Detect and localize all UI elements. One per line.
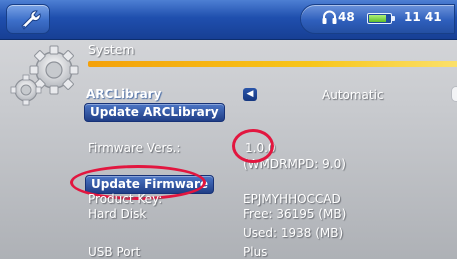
product-key-label: Product Key:	[88, 192, 163, 206]
wrench-icon	[21, 10, 41, 30]
arclibrary-value[interactable]: Automatic	[322, 88, 384, 102]
battery-fill	[369, 15, 386, 22]
hard-disk-used: Used: 1938 (MB)	[243, 226, 344, 240]
tools-button[interactable]	[6, 4, 50, 34]
battery-icon	[367, 13, 395, 24]
option-scroller[interactable]	[451, 86, 457, 102]
device-screen: 48 11 41 System ARCLibrary ◀ Automatic U…	[0, 0, 457, 259]
product-key-value: EPJMYHHOCCAD	[243, 192, 341, 206]
arclibrary-label[interactable]: ARCLibrary	[86, 87, 161, 101]
volume-level: 48	[338, 10, 355, 24]
hard-disk-label: Hard Disk	[88, 207, 147, 221]
update-arclibrary-button[interactable]: Update ARCLibrary	[84, 103, 225, 122]
section-underline	[88, 61, 457, 67]
hard-disk-free: Free: 36195 (MB)	[243, 207, 347, 221]
usb-port-label: USB Port	[88, 245, 141, 259]
firmware-version-highlight	[232, 129, 274, 163]
usb-port-value[interactable]: Plus	[243, 245, 267, 259]
section-title: System	[88, 42, 135, 57]
arrow-left-icon[interactable]: ◀	[243, 88, 257, 101]
headphones-icon	[322, 10, 337, 24]
clock: 11 41	[404, 10, 442, 24]
firmware-version-label: Firmware Vers.:	[88, 141, 181, 155]
top-bar: 48 11 41	[0, 0, 457, 40]
gear-icon	[10, 45, 79, 106]
